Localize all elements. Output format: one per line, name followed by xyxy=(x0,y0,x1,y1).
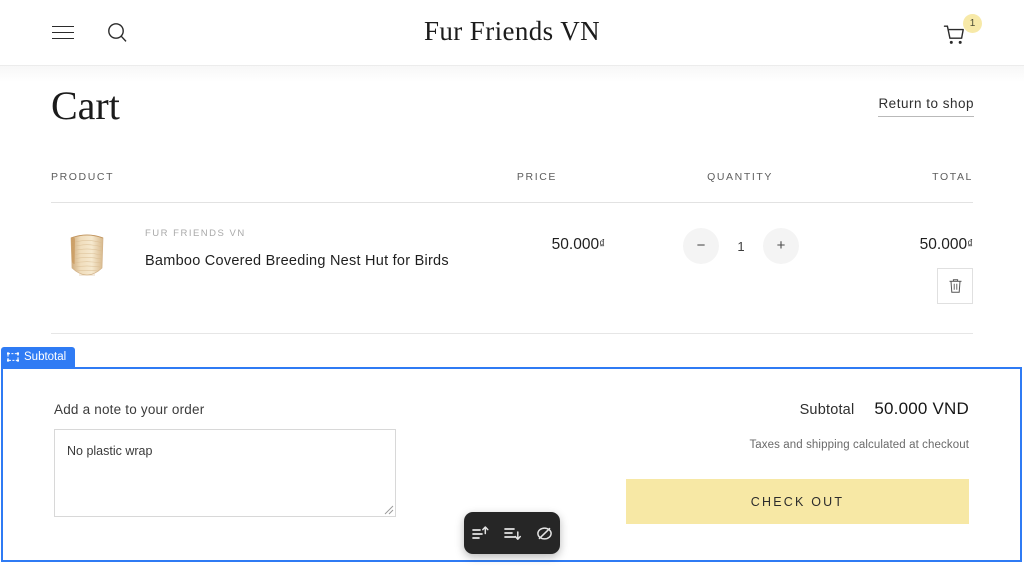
highlight-label-subtotal: Subtotal xyxy=(1,347,76,367)
highlight-label-text: Subtotal xyxy=(24,351,67,363)
insert-above-icon[interactable] xyxy=(467,520,493,546)
insert-above-glyph xyxy=(471,525,489,539)
cart-page: Fur Friends VN 1 Cart Return to shop PRO… xyxy=(0,0,1024,566)
total-currency: ₫ xyxy=(967,239,973,251)
column-header-total: TOTAL xyxy=(932,171,973,183)
element-select-icon xyxy=(7,352,19,362)
quantity-increase-button[interactable]: + xyxy=(763,228,799,264)
quantity-stepper: − 1 + xyxy=(683,228,799,264)
search-glyph xyxy=(107,23,127,42)
table-row: FUR FRIENDS VN Bamboo Covered Breeding N… xyxy=(51,206,973,334)
product-price: 50.000₫ xyxy=(552,236,605,254)
column-header-product: PRODUCT xyxy=(51,171,115,183)
order-note-label: Add a note to your order xyxy=(54,402,205,417)
column-header-price: PRICE xyxy=(516,171,557,183)
product-info: FUR FRIENDS VN Bamboo Covered Breeding N… xyxy=(145,228,505,273)
disable-hide-glyph xyxy=(536,526,552,540)
quantity-decrease-button[interactable]: − xyxy=(683,228,719,264)
price-amount: 50.000 xyxy=(551,236,600,253)
cart-table-header: PRODUCT PRICE QUANTITY TOTAL xyxy=(51,171,973,203)
header-left-actions xyxy=(48,18,132,48)
product-vendor: FUR FRIENDS VN xyxy=(145,228,246,239)
order-note-input[interactable] xyxy=(54,429,396,517)
return-to-shop-link[interactable]: Return to shop xyxy=(878,96,974,117)
hamburger-glyph xyxy=(52,25,74,40)
remove-item-button[interactable] xyxy=(937,268,973,304)
product-thumbnail[interactable] xyxy=(51,220,123,294)
quantity-value[interactable]: 1 xyxy=(721,239,761,254)
page-title: Cart xyxy=(51,83,120,128)
price-currency: ₫ xyxy=(599,239,605,251)
search-icon[interactable] xyxy=(102,18,132,48)
tax-shipping-note: Taxes and shipping calculated at checkou… xyxy=(749,439,969,451)
insert-below-icon[interactable] xyxy=(499,520,525,546)
site-title: Fur Friends VN xyxy=(423,16,601,46)
site-header: Fur Friends VN 1 xyxy=(0,0,1024,66)
disable-hide-icon[interactable] xyxy=(531,520,557,546)
checkout-button[interactable]: Check out xyxy=(626,479,969,524)
hamburger-menu-icon[interactable] xyxy=(48,18,78,48)
total-amount: 50.000 xyxy=(919,236,968,253)
cart-button[interactable]: 1 xyxy=(942,14,982,53)
floating-action-toolbar xyxy=(464,512,560,554)
product-line-total: 50.000₫ xyxy=(920,236,973,254)
cart-count-badge: 1 xyxy=(963,14,982,33)
product-title-link[interactable]: Bamboo Covered Breeding Nest Hut for Bir… xyxy=(145,251,505,273)
insert-below-glyph xyxy=(503,527,521,540)
bamboo-nest-basket-image xyxy=(51,220,123,294)
column-header-quantity: QUANTITY xyxy=(707,171,773,183)
trash-icon xyxy=(949,279,961,293)
subtotal-value: 50.000 VND xyxy=(874,399,969,418)
subtotal-row: Subtotal 50.000 VND xyxy=(800,399,969,419)
subtotal-label: Subtotal xyxy=(799,402,855,418)
